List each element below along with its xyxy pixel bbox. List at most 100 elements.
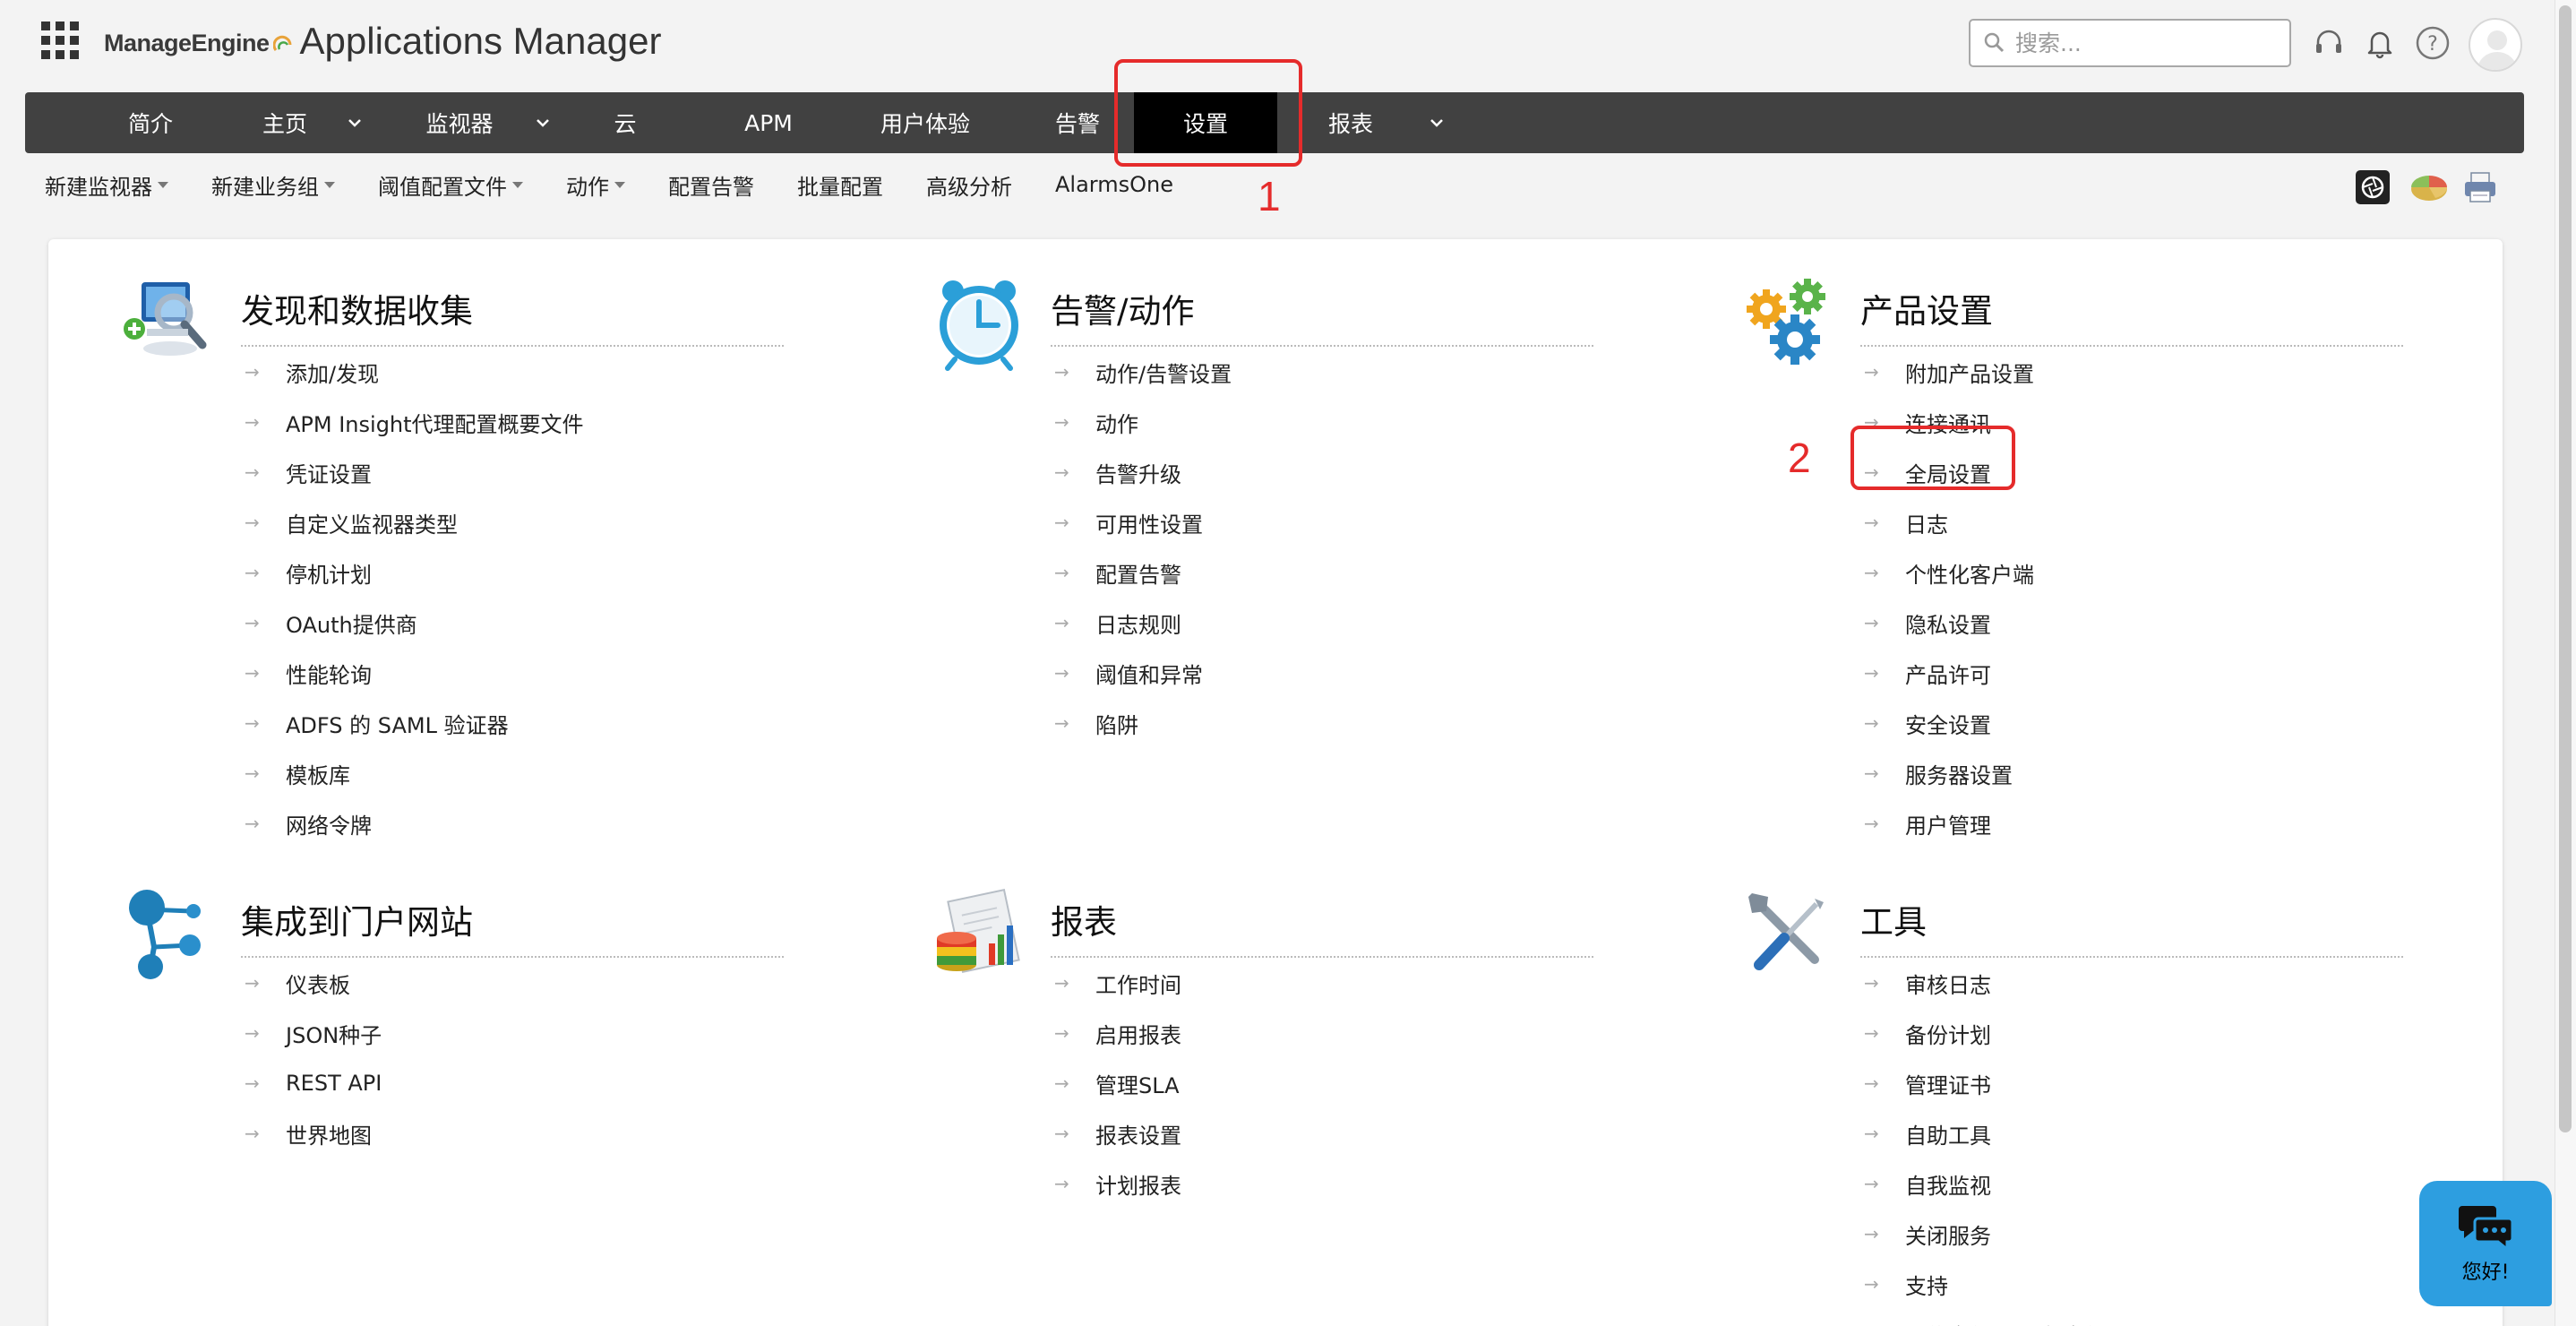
arrow-right-icon: →: [245, 1022, 260, 1044]
chat-widget[interactable]: 您好!: [2419, 1181, 2552, 1306]
arrow-right-icon: →: [1054, 972, 1069, 994]
printer-icon[interactable]: [2461, 168, 2499, 206]
link-action-alarm-settings[interactable]: → 动作/告警设置: [1051, 347, 1232, 397]
link-privacy-settings[interactable]: → 隐私设置: [1860, 598, 2034, 648]
link-upload-files[interactable]: →上传文件/二进制文件: [1860, 1309, 2106, 1326]
link-manage-certificates[interactable]: → 管理证书: [1860, 1058, 2106, 1108]
link-server-settings[interactable]: → 服务器设置: [1860, 748, 2034, 798]
link-network-token[interactable]: → 网络令牌: [241, 798, 584, 848]
submenu-alarmsone[interactable]: AlarmsOne: [1055, 172, 1173, 197]
link-schedule-reports[interactable]: → 计划报表: [1051, 1158, 1181, 1209]
arrow-right-icon: →: [245, 662, 260, 684]
link-business-hours[interactable]: → 工作时间: [1051, 958, 1181, 1008]
submenu-configure-alarms[interactable]: 配置告警: [668, 169, 754, 201]
arrow-right-icon: →: [1054, 1123, 1069, 1144]
headset-icon[interactable]: [2309, 23, 2348, 63]
link-rest-api[interactable]: → REST API: [241, 1058, 382, 1108]
arrow-right-icon: →: [1054, 361, 1069, 383]
link-addon-settings[interactable]: → 附加产品设置: [1860, 347, 2034, 397]
link-json-feed[interactable]: → JSON种子: [241, 1008, 382, 1058]
link-configure-alarms[interactable]: → 配置告警: [1051, 547, 1232, 598]
submenu-advanced-analysis[interactable]: 高级分析: [926, 169, 1012, 201]
submenu-new-monitor[interactable]: 新建监视器: [45, 169, 168, 201]
scrollbar-thumb[interactable]: [2559, 5, 2572, 1132]
product-logo[interactable]: ManageEngine Applications Manager: [104, 18, 661, 63]
link-enable-reports[interactable]: → 启用报表: [1051, 1008, 1181, 1058]
link-label: 产品许可: [1905, 662, 1991, 688]
arrow-right-icon: →: [1864, 662, 1879, 684]
nav-home[interactable]: 主页: [231, 92, 339, 153]
link-adfs-saml[interactable]: → ADFS 的 SAML 验证器: [241, 698, 584, 748]
nav-intro[interactable]: 简介: [88, 92, 213, 153]
chevron-down-icon[interactable]: [1428, 114, 1446, 132]
arrow-right-icon: →: [1054, 612, 1069, 633]
link-performance-polling[interactable]: → 性能轮询: [241, 648, 584, 698]
link-traps[interactable]: → 陷阱: [1051, 698, 1232, 748]
nav-user-experience[interactable]: 用户体验: [849, 92, 1001, 153]
link-label: 模板库: [286, 762, 350, 788]
search-box[interactable]: [1969, 19, 2291, 67]
link-label: 配置告警: [1095, 562, 1181, 588]
link-security-settings[interactable]: → 安全设置: [1860, 698, 2034, 748]
link-custom-monitor-types[interactable]: → 自定义监视器类型: [241, 497, 584, 547]
sub-menu: 新建监视器 新建业务组 阈值配置文件 动作 配置告警 批量配置 高级分析 Ala…: [45, 167, 1216, 202]
help-icon[interactable]: ?: [2413, 23, 2452, 63]
search-input[interactable]: [2015, 30, 2275, 56]
link-world-map[interactable]: → 世界地图: [241, 1108, 382, 1158]
link-oauth-provider[interactable]: → OAuth提供商: [241, 598, 584, 648]
link-logs[interactable]: → 日志: [1860, 497, 2034, 547]
link-log-rules[interactable]: → 日志规则: [1051, 598, 1232, 648]
link-label: 上传文件/二进制文件: [1905, 1319, 2106, 1326]
link-user-management[interactable]: → 用户管理: [1860, 798, 2034, 848]
link-product-license[interactable]: → 产品许可: [1860, 648, 2034, 698]
nav-monitors[interactable]: 监视器: [392, 92, 527, 153]
chevron-down-icon[interactable]: [346, 114, 364, 132]
link-support[interactable]: → 支持: [1860, 1259, 2106, 1309]
nav-apm[interactable]: APM: [697, 92, 840, 153]
avatar[interactable]: [2469, 18, 2522, 72]
nav-cloud[interactable]: 云: [580, 92, 670, 153]
link-credential-settings[interactable]: → 凭证设置: [241, 447, 584, 497]
submenu-label: 新建监视器: [45, 174, 152, 200]
link-personalize-client[interactable]: → 个性化客户端: [1860, 547, 2034, 598]
link-audit-log[interactable]: → 审核日志: [1860, 958, 2106, 1008]
report-chart-icon: [937, 889, 1020, 973]
link-label: 报表设置: [1095, 1123, 1181, 1149]
link-dashboard[interactable]: → 仪表板: [241, 958, 382, 1008]
link-label: 自助工具: [1905, 1123, 1991, 1149]
link-self-help-tools[interactable]: → 自助工具: [1860, 1108, 2106, 1158]
link-apm-insight-profile[interactable]: → APM Insight代理配置概要文件: [241, 397, 584, 447]
link-availability-settings[interactable]: → 可用性设置: [1051, 497, 1232, 547]
bell-icon[interactable]: [2360, 23, 2400, 63]
submenu-label: 新建业务组: [211, 174, 319, 200]
link-add-discover[interactable]: → 添加/发现: [241, 347, 584, 397]
link-label: 自我监视: [1905, 1173, 1991, 1199]
link-label: 告警升级: [1095, 461, 1181, 487]
link-downtime-schedule[interactable]: → 停机计划: [241, 547, 584, 598]
arrow-right-icon: →: [245, 461, 260, 483]
link-report-settings[interactable]: → 报表设置: [1051, 1108, 1181, 1158]
arrow-right-icon: →: [1864, 612, 1879, 633]
camera-shutter-icon[interactable]: [2354, 168, 2391, 206]
submenu-actions[interactable]: 动作: [566, 169, 625, 201]
link-template-library[interactable]: → 模板库: [241, 748, 584, 798]
link-threshold-anomaly[interactable]: → 阈值和异常: [1051, 648, 1232, 698]
annotation-box-global-settings: [1850, 426, 2015, 490]
submenu-bulk-config[interactable]: 批量配置: [797, 169, 883, 201]
arrow-right-icon: →: [245, 562, 260, 583]
submenu-threshold-profile[interactable]: 阈值配置文件: [378, 169, 523, 201]
link-manage-sla[interactable]: → 管理SLA: [1051, 1058, 1181, 1108]
link-backup-schedule[interactable]: → 备份计划: [1860, 1008, 2106, 1058]
link-self-monitoring[interactable]: → 自我监视: [1860, 1158, 2106, 1209]
link-actions[interactable]: → 动作: [1051, 397, 1232, 447]
apps-grid-icon[interactable]: [41, 22, 79, 59]
alarm-clock-icon: [940, 280, 1018, 371]
link-label: 动作/告警设置: [1095, 361, 1232, 387]
link-shutdown-service[interactable]: → 关闭服务: [1860, 1209, 2106, 1259]
submenu-new-business-group[interactable]: 新建业务组: [211, 169, 335, 201]
pie-chart-icon[interactable]: [2408, 168, 2451, 206]
product-name: Applications Manager: [299, 20, 662, 62]
chevron-down-icon[interactable]: [534, 114, 552, 132]
section-title: 发现和数据收集: [241, 284, 784, 347]
link-alarm-escalation[interactable]: → 告警升级: [1051, 447, 1232, 497]
